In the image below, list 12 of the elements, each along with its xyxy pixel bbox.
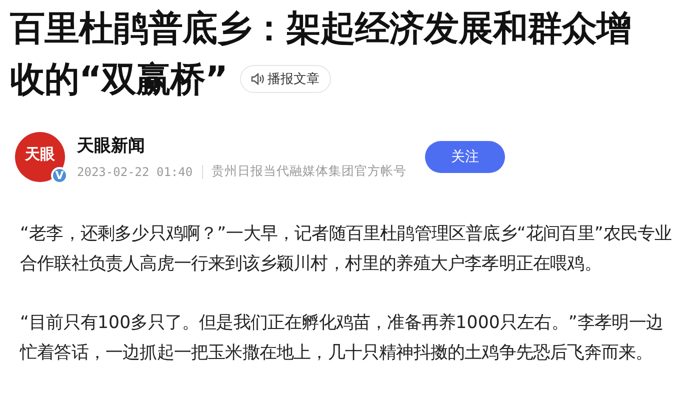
article-paragraph: “老李，还剩多少只鸡啊？”一大早，记者随百里杜鹃管理区普底乡“花间百里”农民专业合作联社负责人高虎一行来到该乡颖川村，村里的养殖大户李孝明正在喂鸡。 [20,223,673,276]
verified-badge: V [51,167,68,184]
article-title-line: 收的“双赢桥” [10,59,228,102]
follow-button[interactable]: 关注 [425,141,505,173]
publish-date: 2023-02-22 01:40 [77,164,193,178]
author-name[interactable]: 天眼新闻 [77,134,417,157]
avatar-logo: 天眼 [25,144,55,164]
article-title-line: 百里杜鹃普底乡：架起经济发展和群众增 [10,8,631,51]
article-paragraph: “目前只有100多只了。但是我们正在孵化鸡苗，准备再养1000只左右。”李孝明一边忙着答话，一边抓起一把玉米撒在地上，几十只精神抖擞的土鸡争先恐后飞奔而来。 [20,312,664,364]
author-description: 贵州日报当代融媒体集团官方帐号 [212,163,407,180]
speaker-icon [250,72,265,84]
listen-button[interactable]: 播报文章 [240,64,331,92]
